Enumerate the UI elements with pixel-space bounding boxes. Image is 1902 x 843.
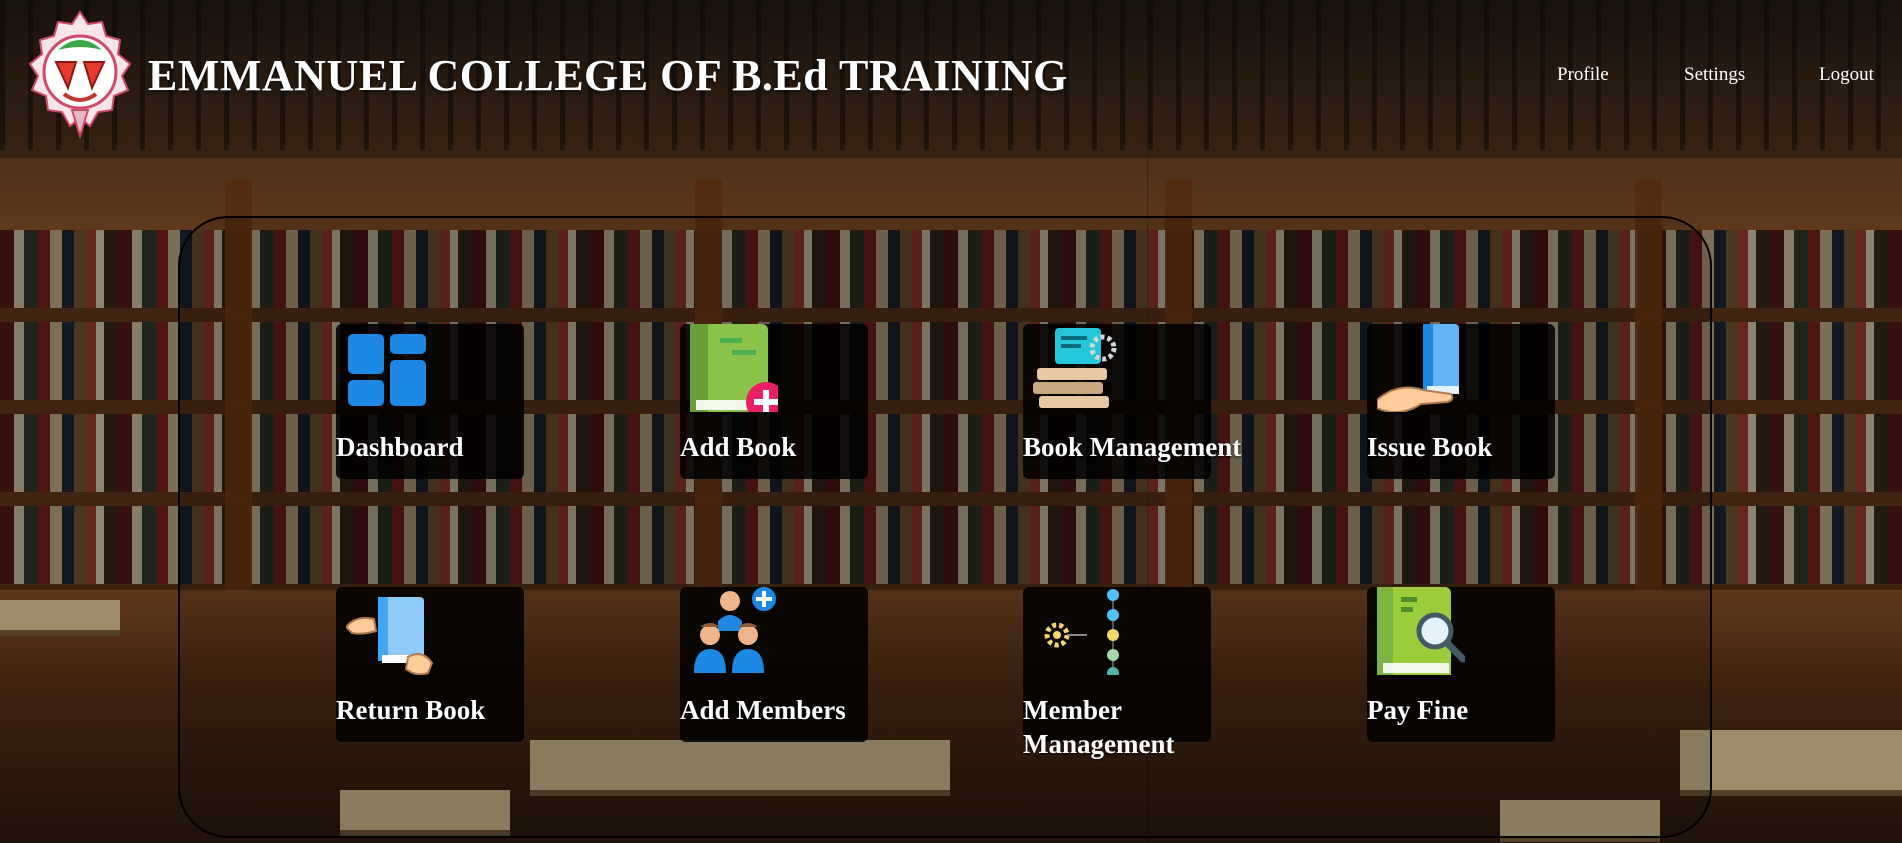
tile-issue-book[interactable]: Issue Book <box>1367 324 1555 479</box>
nav-settings-link[interactable]: Settings <box>1684 64 1745 86</box>
book-management-icon <box>1033 328 1117 408</box>
tile-label: Member Management <box>1023 695 1175 759</box>
add-members-icon <box>694 587 776 673</box>
tile-label: Return Book <box>336 695 486 725</box>
pay-fine-icon <box>1377 587 1465 675</box>
member-management-icon <box>1044 589 1119 675</box>
tile-label: Issue Book <box>1367 432 1493 462</box>
tile-label: Add Members <box>680 695 846 725</box>
return-book-icon <box>346 597 434 675</box>
tile-dashboard[interactable]: Dashboard <box>336 324 524 479</box>
app-header: EMMANUEL COLLEGE OF B.Ed TRAINING Profil… <box>0 0 1902 158</box>
tile-add-book[interactable]: Add Book <box>680 324 868 479</box>
tile-add-members[interactable]: Add Members <box>680 587 868 742</box>
nav-profile-link[interactable]: Profile <box>1557 64 1609 86</box>
tile-return-book[interactable]: Return Book <box>336 587 524 742</box>
tile-label: Book Management <box>1023 432 1242 462</box>
add-book-icon <box>690 324 778 412</box>
issue-book-icon <box>1377 324 1459 412</box>
college-logo <box>28 10 132 138</box>
tile-member-management[interactable]: Member Management <box>1023 587 1211 759</box>
menu-panel: Dashboard Add Book Book Management Issue… <box>178 216 1712 838</box>
dashboard-icon <box>348 334 426 406</box>
tile-label: Pay Fine <box>1367 695 1469 725</box>
tile-book-management[interactable]: Book Management <box>1023 324 1241 479</box>
tile-label: Dashboard <box>336 432 464 462</box>
page-title: EMMANUEL COLLEGE OF B.Ed TRAINING <box>148 51 1068 100</box>
tile-label: Add Book <box>680 432 797 462</box>
nav-logout-link[interactable]: Logout <box>1819 64 1874 86</box>
tile-pay-fine[interactable]: Pay Fine <box>1367 587 1555 742</box>
